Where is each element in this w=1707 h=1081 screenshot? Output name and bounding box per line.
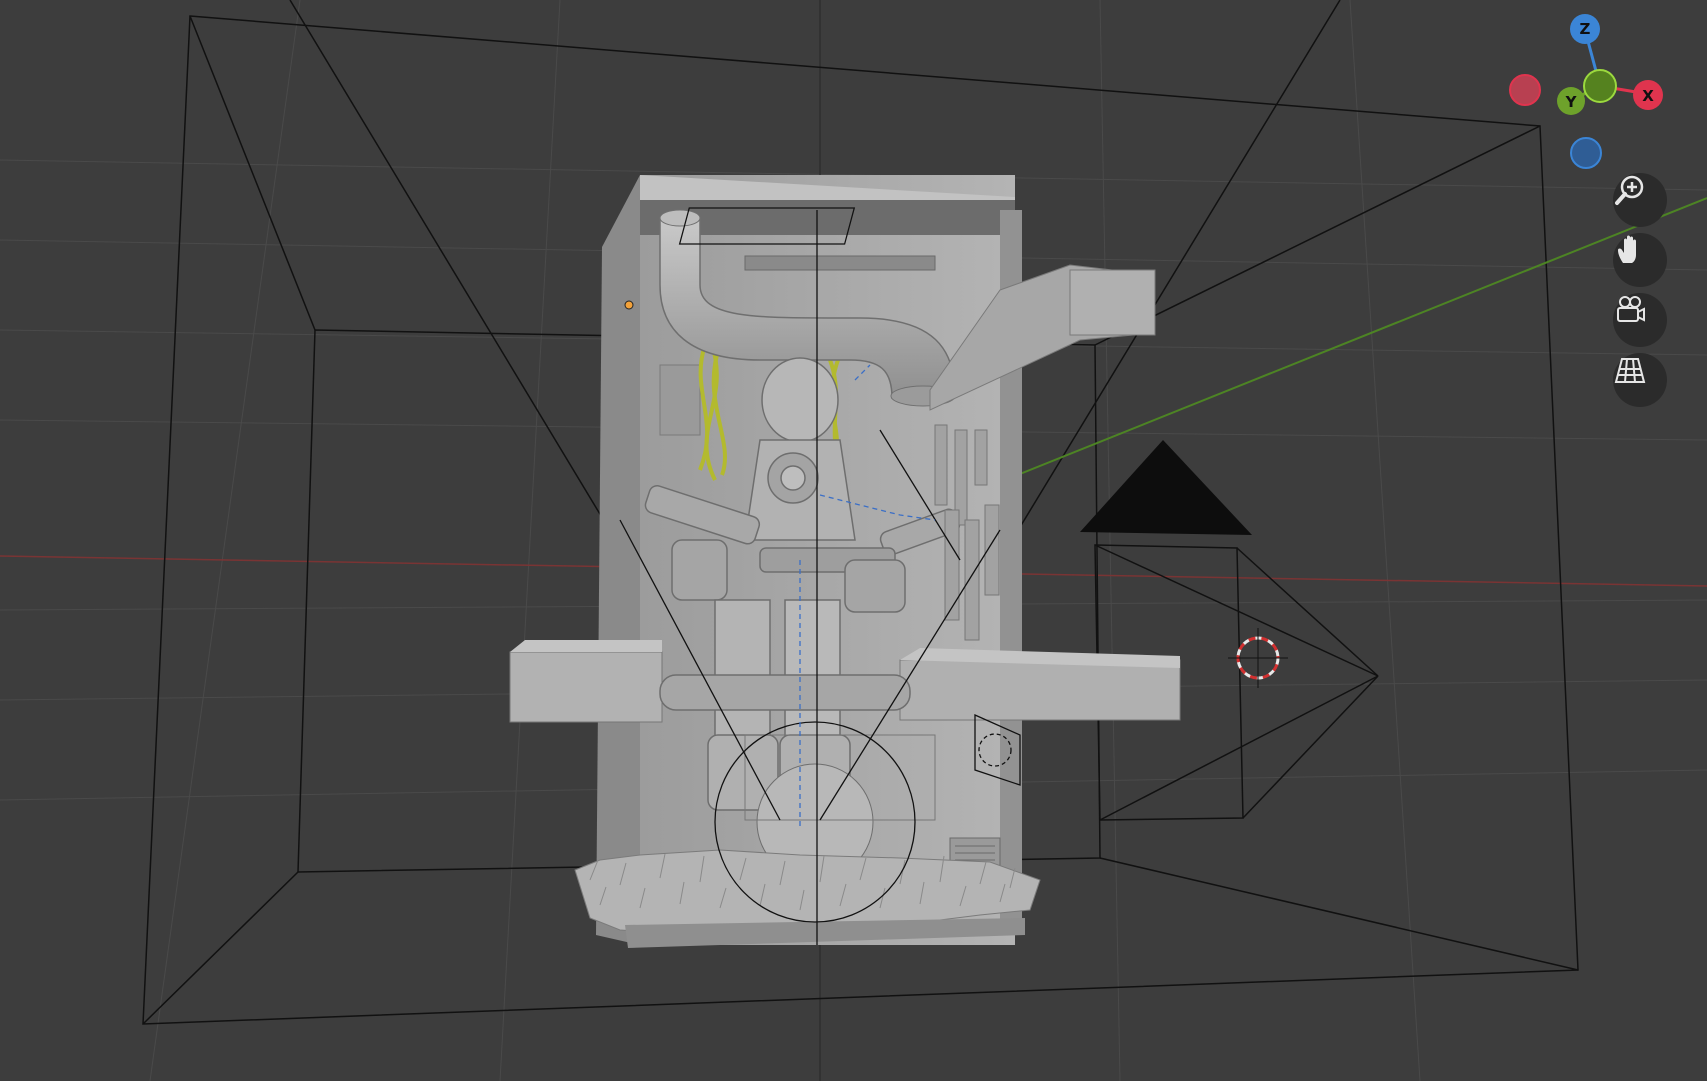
camera-up-triangle <box>1080 440 1252 535</box>
ortho-toggle-button[interactable] <box>1613 353 1667 407</box>
pan-button[interactable] <box>1613 233 1667 287</box>
neg-x-axis-icon[interactable] <box>1509 74 1541 106</box>
neg-z-axis-icon[interactable] <box>1570 137 1602 169</box>
viewport-scene <box>0 0 1707 1081</box>
camera-view-button[interactable] <box>1613 293 1667 347</box>
camera-view-icon <box>1617 296 1645 322</box>
zoom-button[interactable] <box>1613 173 1667 227</box>
z-axis-label: Z <box>1580 20 1591 38</box>
neg-y-axis-icon[interactable] <box>1583 69 1617 103</box>
hand-pan-icon <box>1618 235 1636 263</box>
zoom-icon <box>1615 175 1644 205</box>
machine-model[interactable] <box>509 175 1181 948</box>
y-axis-icon[interactable]: Y <box>1557 87 1585 115</box>
x-axis-label: X <box>1642 87 1654 105</box>
3d-viewport[interactable]: Z Y X <box>0 0 1707 1081</box>
y-axis-label: Y <box>1565 93 1578 111</box>
ortho-grid-icon <box>1614 358 1646 383</box>
3d-cursor[interactable] <box>1228 628 1288 688</box>
z-axis-icon[interactable]: Z <box>1570 14 1600 44</box>
x-axis-icon[interactable]: X <box>1633 80 1663 110</box>
navigation-gizmo[interactable]: Z Y X <box>1500 12 1670 182</box>
